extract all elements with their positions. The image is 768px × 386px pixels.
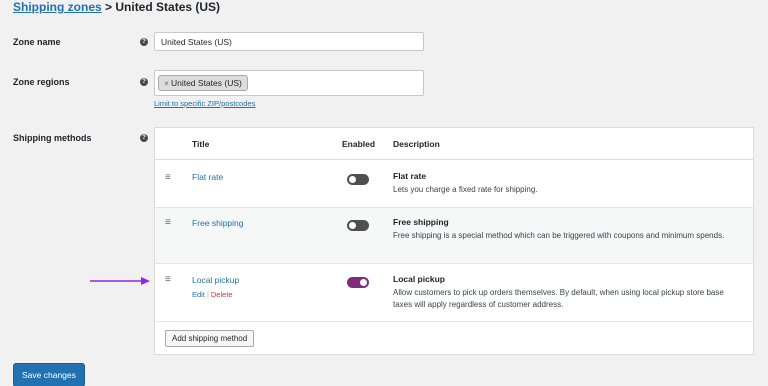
table-row: ≡ Local pickup Edit | Delete Local pickup …	[155, 264, 753, 322]
limit-zip-link[interactable]: Limit to specific ZIP/postcodes	[154, 99, 255, 108]
drag-handle-icon[interactable]: ≡	[165, 172, 171, 183]
enabled-toggle[interactable]	[347, 174, 369, 185]
toggle-knob	[360, 279, 367, 286]
add-shipping-method-button[interactable]: Add shipping method	[165, 330, 255, 347]
pointer-arrow-icon	[90, 277, 150, 285]
help-icon[interactable]: ?	[140, 134, 148, 142]
help-icon[interactable]: ?	[140, 38, 148, 46]
method-title-free-shipping[interactable]: Free shipping	[192, 218, 244, 228]
action-separator: |	[206, 290, 209, 299]
enabled-toggle[interactable]	[347, 220, 369, 231]
zone-name-input[interactable]: United States (US)	[154, 32, 424, 51]
arrow-head	[141, 277, 150, 285]
breadcrumb-shipping-zones-link[interactable]: Shipping zones	[13, 0, 102, 14]
remove-chip-icon[interactable]: ×	[164, 78, 169, 88]
delete-link[interactable]: Delete	[211, 290, 233, 299]
help-icon[interactable]: ?	[140, 78, 148, 86]
row-actions: Edit | Delete	[192, 290, 233, 299]
zone-regions-select[interactable]: × United States (US)	[154, 70, 424, 96]
enabled-toggle[interactable]	[347, 277, 369, 288]
zone-regions-label: Zone regions	[13, 77, 70, 87]
shipping-methods-label: Shipping methods	[13, 133, 92, 143]
description-title: Flat rate	[393, 171, 427, 181]
breadcrumb-separator: >	[101, 0, 116, 14]
save-changes-button[interactable]: Save changes	[13, 363, 85, 386]
breadcrumb-current: United States (US)	[115, 0, 221, 14]
method-title-flat-rate[interactable]: Flat rate	[192, 172, 223, 182]
zone-name-label: Zone name	[13, 37, 61, 47]
description-text: Lets you charge a fixed rate for shippin…	[393, 185, 538, 194]
region-chip-label: United States (US)	[170, 78, 242, 88]
shipping-methods-table: Title Enabled Description ≡ Flat rate Fl…	[154, 127, 754, 355]
header-enabled: Enabled	[342, 139, 376, 149]
breadcrumb: Shipping zones > United States (US)	[13, 0, 220, 14]
toggle-knob	[349, 222, 356, 229]
edit-link[interactable]: Edit	[192, 290, 205, 299]
description-title: Free shipping	[393, 217, 449, 227]
drag-handle-icon[interactable]: ≡	[165, 217, 171, 228]
description-text: Allow customers to pick up orders themse…	[393, 288, 724, 309]
drag-handle-icon[interactable]: ≡	[165, 274, 171, 285]
method-title-local-pickup[interactable]: Local pickup	[192, 275, 239, 285]
table-row: ≡ Flat rate Flat rate Lets you charge a …	[155, 160, 753, 208]
header-title: Title	[192, 139, 210, 149]
table-header: Title Enabled Description	[155, 128, 753, 160]
toggle-knob	[349, 176, 356, 183]
description-text: Free shipping is a special method which …	[393, 231, 725, 240]
header-description: Description	[393, 139, 440, 149]
table-row: ≡ Free shipping Free shipping Free shipp…	[155, 208, 753, 264]
description-title: Local pickup	[393, 274, 445, 284]
region-chip: × United States (US)	[158, 75, 248, 91]
